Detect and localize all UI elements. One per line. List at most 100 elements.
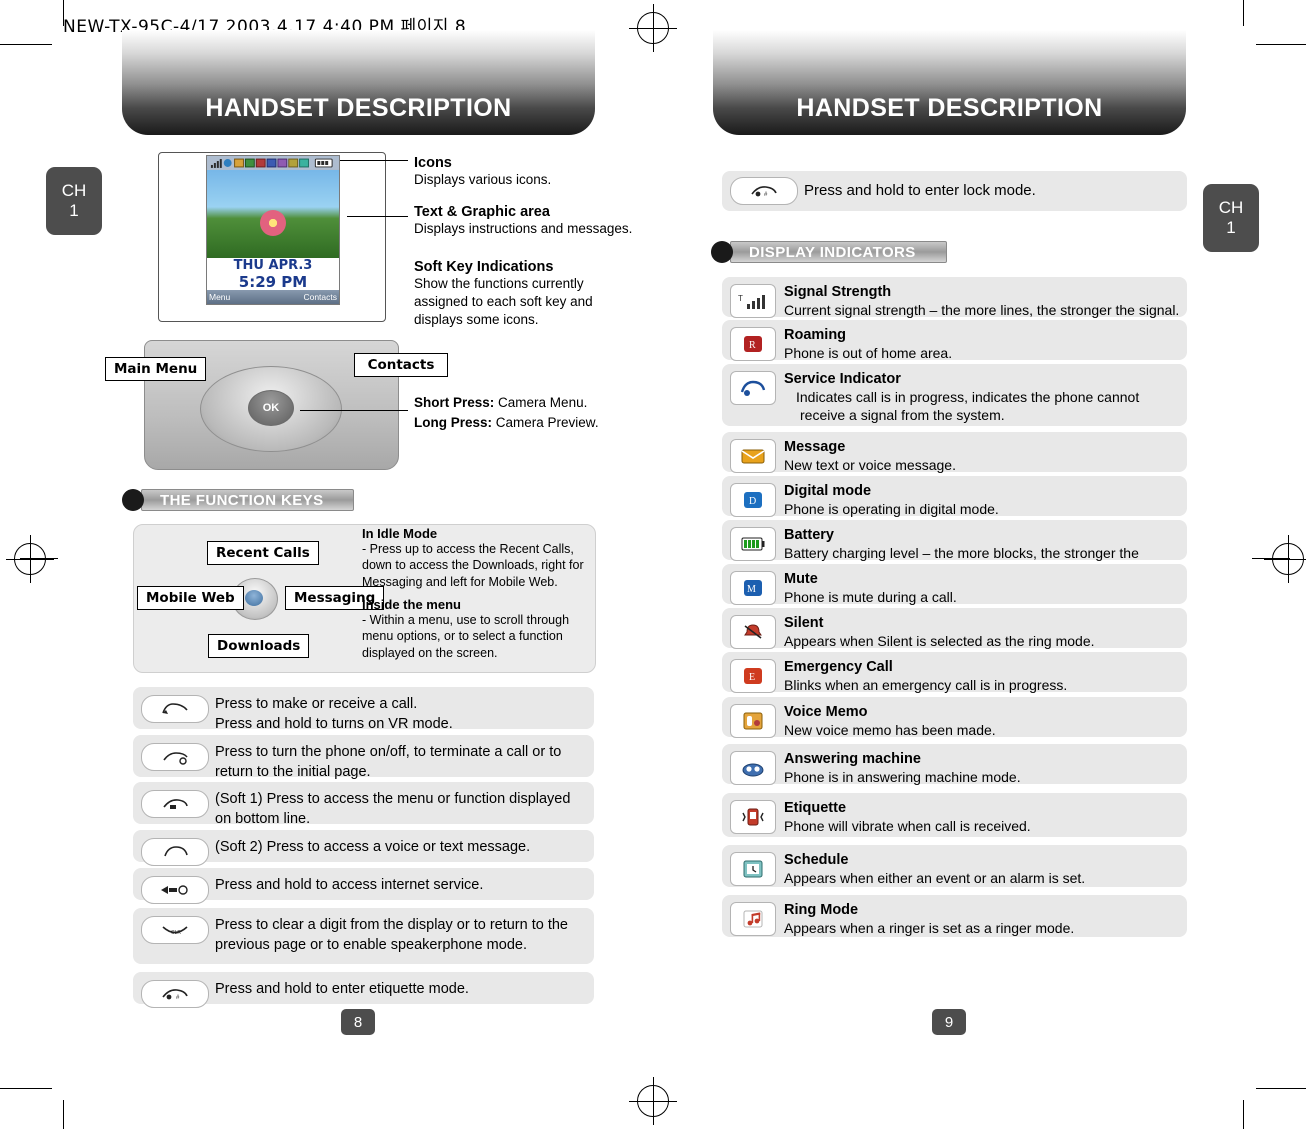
diagram-label-downloads: Downloads <box>208 634 310 658</box>
diagram-note-idle-title: In Idle Mode <box>362 526 438 541</box>
answering-machine-icon <box>730 751 776 785</box>
callout-long-press-label: Long Press: <box>414 414 493 430</box>
indicator-answering-desc: Phone is in answering machine mode. <box>784 769 1021 786</box>
callout-icons: Icons Displays various icons. <box>414 155 629 189</box>
indicator-row-voice-memo: Voice Memo New voice memo has been made. <box>722 697 1187 738</box>
internet-key-icon <box>141 876 209 904</box>
indicator-mute-text: Mute Phone is mute during a call. <box>784 564 963 612</box>
crop-mark-bottom-left-h <box>0 1088 52 1089</box>
etiquette-icon <box>730 800 776 834</box>
indicator-schedule-text: Schedule Appears when either an event or… <box>784 845 1091 893</box>
section-the-function-keys: THE FUNCTION KEYS <box>122 488 355 512</box>
indicator-row-mute: M Mute Phone is mute during a call. <box>722 564 1187 605</box>
indicator-silent-text: Silent Appears when Silent is selected a… <box>784 608 1101 656</box>
key-row-send: Press to make or receive a call. Press a… <box>133 687 594 732</box>
svg-text:CLR: CLR <box>171 930 181 936</box>
callout-soft-key-body: Show the functions currently assigned to… <box>414 276 593 328</box>
soft-key-1-icon <box>141 790 209 818</box>
callout-text-graphic-title: Text & Graphic area <box>414 204 550 220</box>
key-row-soft2: (Soft 2) Press to access a voice or text… <box>133 830 594 866</box>
lcd-date: THU APR.3 <box>233 257 313 273</box>
key-row-etiquette: # Press and hold to enter etiquette mode… <box>133 972 594 1008</box>
chapter-tab-left-line2: 1 <box>69 201 79 220</box>
indicator-row-roaming: R Roaming Phone is out of home area. <box>722 320 1187 362</box>
chapter-tab-left-line1: CH <box>61 181 87 201</box>
indicator-message-desc: New text or voice message. <box>784 457 956 474</box>
lcd-status-icons <box>207 156 339 170</box>
crop-mark-right-h <box>1256 44 1306 45</box>
indicator-ring-mode-title: Ring Mode <box>784 902 859 918</box>
indicator-roaming-desc: Phone is out of home area. <box>784 345 953 362</box>
indicator-row-message: Message New text or voice message. <box>722 432 1187 473</box>
indicator-voice-memo-title: Voice Memo <box>784 704 868 720</box>
indicator-emergency-text: Emergency Call Blinks when an emergency … <box>784 652 1073 700</box>
indicator-battery-title: Battery <box>784 527 834 543</box>
indicator-mute-title: Mute <box>784 571 818 587</box>
phone-lcd: THU APR.3 5:29 PM Menu Contacts <box>206 155 340 305</box>
power-end-key-icon <box>141 743 209 771</box>
key-row-soft2-text: (Soft 2) Press to access a voice or text… <box>215 839 531 855</box>
key-row-clear-text: Press to clear a digit from the display … <box>215 917 568 953</box>
indicator-signal-desc: Current signal strength – the more lines… <box>784 302 1180 319</box>
callout-short-press: Short Press: Camera Menu. <box>414 393 624 413</box>
lcd-time-value: 5:29 PM <box>238 272 308 291</box>
indicator-row-emergency: E Emergency Call Blinks when an emergenc… <box>722 652 1187 693</box>
diagram-note-idle: In Idle Mode - Press up to access the Re… <box>362 526 592 590</box>
callout-icons-body: Displays various icons. <box>414 172 552 187</box>
indicator-service-title: Service Indicator <box>784 371 901 387</box>
indicator-etiquette-text: Etiquette Phone will vibrate when call i… <box>784 793 1037 841</box>
soft-key-2-icon <box>141 838 209 866</box>
indicator-row-signal: T Signal Strength Current signal strengt… <box>722 277 1187 318</box>
label-main-menu: Main Menu <box>105 357 207 381</box>
page-title-right: HANDSET DESCRIPTION <box>713 30 1186 135</box>
callout-soft-key: Soft Key Indications Show the functions … <box>414 259 614 330</box>
callout-text-graphic-area: Text & Graphic area Displays instruction… <box>414 204 634 238</box>
indicator-message-title: Message <box>784 439 846 455</box>
silent-icon <box>730 615 776 649</box>
indicator-service-text: Service Indicator Indicates call is in p… <box>784 364 1187 431</box>
lcd-softkey-left: Menu <box>209 292 231 302</box>
indicator-signal-text: Signal Strength Current signal strength … <box>784 277 1185 325</box>
section-display-indicators-label: DISPLAY INDICATORS <box>730 241 947 263</box>
crop-mark-bottom-right-h <box>1256 1088 1306 1089</box>
callout-icons-title: Icons <box>414 155 452 171</box>
diagram-note-menu-title: Inside the menu <box>362 597 461 612</box>
indicator-row-schedule: Schedule Appears when either an event or… <box>722 845 1187 887</box>
battery-icon <box>730 527 776 561</box>
leader-line-icons <box>340 160 408 161</box>
svg-text:R: R <box>749 340 756 351</box>
callout-long-press-value: Camera Preview. <box>495 414 599 430</box>
svg-text:T: T <box>738 294 743 303</box>
key-row-etiquette-text: Press and hold to enter etiquette mode. <box>215 981 469 997</box>
indicator-emergency-title: Emergency Call <box>784 659 893 675</box>
page-number-right: 9 <box>932 1009 966 1035</box>
key-row-power-end: Press to turn the phone on/off, to termi… <box>133 735 594 780</box>
diagram-note-menu-body: - Within a menu, use to scroll through m… <box>362 613 570 660</box>
lcd-clock: THU APR.3 5:29 PM <box>207 257 339 291</box>
indicator-row-digital: D Digital mode Phone is operating in dig… <box>722 476 1187 518</box>
indicator-digital-desc: Phone is operating in digital mode. <box>784 501 999 518</box>
key-row-clear: CLR Press to clear a digit from the disp… <box>133 908 594 964</box>
leader-line-text-area <box>347 216 408 217</box>
section-the-function-keys-label: THE FUNCTION KEYS <box>141 489 355 511</box>
callout-camera-press: Short Press: Camera Menu. Long Press: Ca… <box>414 393 624 432</box>
registration-mark-top <box>629 4 677 52</box>
indicator-row-battery: Battery Battery charging level – the mor… <box>722 520 1187 579</box>
key-row-soft1: (Soft 1) Press to access the menu or fun… <box>133 782 594 827</box>
section-bullet-icon <box>122 489 144 511</box>
mute-icon: M <box>730 571 776 605</box>
page-title-left: HANDSET DESCRIPTION <box>122 30 595 135</box>
indicator-row-etiquette: Etiquette Phone will vibrate when call i… <box>722 793 1187 837</box>
indicator-answering-text: Answering machine Phone is in answering … <box>784 744 1027 792</box>
indicator-ring-mode-desc: Appears when a ringer is set as a ringer… <box>784 920 1075 937</box>
label-contacts: Contacts <box>354 353 448 377</box>
callout-short-press-value: Camera Menu. <box>498 395 588 410</box>
indicator-row-service: Service Indicator Indicates call is in p… <box>722 364 1187 426</box>
indicator-digital-title: Digital mode <box>784 483 872 499</box>
indicator-message-text: Message New text or voice message. <box>784 432 962 480</box>
registration-mark-bottom <box>629 1077 677 1125</box>
leader-line-press <box>300 410 408 411</box>
crop-mark-left-h <box>0 44 52 45</box>
svg-text:D: D <box>749 496 756 507</box>
page-number-left: 8 <box>341 1009 375 1035</box>
